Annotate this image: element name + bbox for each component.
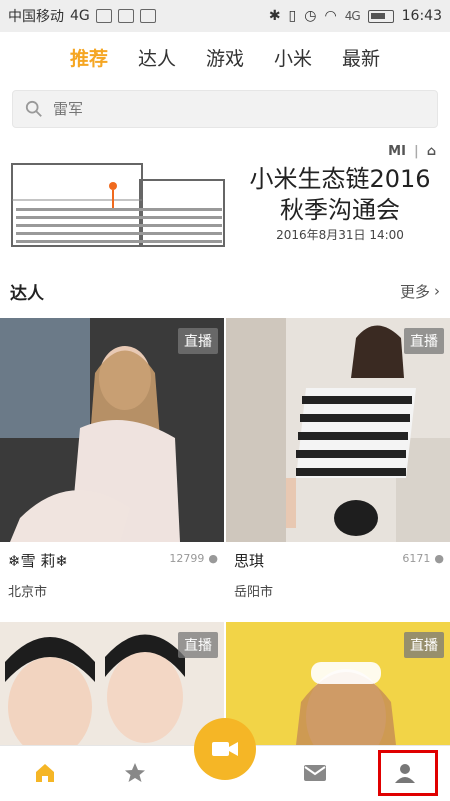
live-badge: 直播	[178, 632, 218, 658]
section-header: 达人 更多 ›	[0, 276, 450, 306]
clock: 16:43	[401, 8, 442, 24]
more-link[interactable]: 更多 ›	[400, 281, 440, 302]
alarm-icon: ◷	[304, 8, 317, 24]
image-icon	[95, 9, 112, 23]
app-notification-icon	[117, 9, 134, 23]
video-icon	[212, 741, 238, 756]
section-title: 达人	[10, 283, 44, 304]
person-icon: ●	[434, 552, 444, 565]
mijia-logo-icon: ⌂	[426, 144, 436, 159]
tab-experts[interactable]: 达人	[138, 44, 176, 71]
tab-games[interactable]: 游戏	[206, 44, 244, 71]
nav-home[interactable]	[0, 746, 90, 801]
streamer-photo[interactable]: 直播	[226, 622, 450, 745]
cellular-signal-icon: 4G	[344, 9, 361, 23]
home-icon	[36, 764, 54, 782]
streamer-card[interactable]: 直播	[226, 622, 450, 745]
mi-logo: MI	[388, 144, 406, 159]
event-banner[interactable]: MI | ⌂ 小米生态链2016 秋季沟通会 2016年8月31日 14:00	[0, 138, 450, 260]
carrier-label: 中国移动	[8, 9, 64, 25]
streamer-photo[interactable]: 直播	[0, 318, 224, 542]
viewer-count: 6171 ●	[402, 552, 444, 565]
streamer-card[interactable]: 直播 思琪 6171 ● 岳阳市	[226, 318, 450, 622]
top-tabs: 推荐 达人 游戏 小米 最新	[0, 32, 450, 82]
live-badge: 直播	[404, 328, 444, 354]
vibrate-icon: ▯	[288, 8, 297, 24]
live-badge: 直播	[404, 632, 444, 658]
streamer-city: 岳阳市	[234, 585, 274, 600]
streamer-photo[interactable]: 直播	[226, 318, 450, 542]
venue-floorplan-illustration	[11, 163, 225, 247]
streamer-card[interactable]: 直播	[0, 622, 224, 745]
streamer-photo[interactable]: 直播	[0, 622, 224, 745]
highlight-box	[378, 750, 438, 796]
start-live-button[interactable]	[194, 717, 256, 780]
brand-logos: MI | ⌂	[388, 144, 436, 159]
tab-latest[interactable]: 最新	[342, 44, 380, 71]
search-bar[interactable]	[12, 90, 438, 128]
search-icon	[25, 100, 42, 117]
network-label: 4G	[70, 8, 90, 24]
tab-xiaomi[interactable]: 小米	[274, 44, 312, 71]
banner-date: 2016年8月31日 14:00	[276, 228, 404, 242]
chevron-right-icon: ›	[434, 282, 440, 300]
streamer-city: 北京市	[8, 585, 48, 600]
bluetooth-icon: ✱	[268, 8, 281, 24]
banner-title: 小米生态链2016 秋季沟通会	[249, 165, 431, 224]
nav-messages[interactable]	[270, 746, 360, 801]
status-bar: 中国移动 4G ✱ ▯ ◷ ◠ 4G 16:43	[0, 0, 450, 32]
live-badge: 直播	[178, 328, 218, 354]
search-input[interactable]	[53, 100, 433, 118]
battery-icon	[367, 9, 394, 23]
person-icon: ●	[208, 552, 218, 565]
mail-icon	[304, 765, 326, 781]
nav-favorites[interactable]	[90, 746, 180, 801]
viewer-count: 12799 ●	[169, 552, 218, 565]
nav-live[interactable]	[180, 717, 270, 801]
cat-notification-icon	[139, 9, 156, 23]
tab-recommended[interactable]: 推荐	[70, 44, 108, 71]
wifi-icon: ◠	[324, 8, 337, 24]
star-icon	[125, 763, 145, 782]
streamer-card[interactable]: 直播 ❄雪 莉❄ 12799 ● 北京市	[0, 318, 224, 622]
